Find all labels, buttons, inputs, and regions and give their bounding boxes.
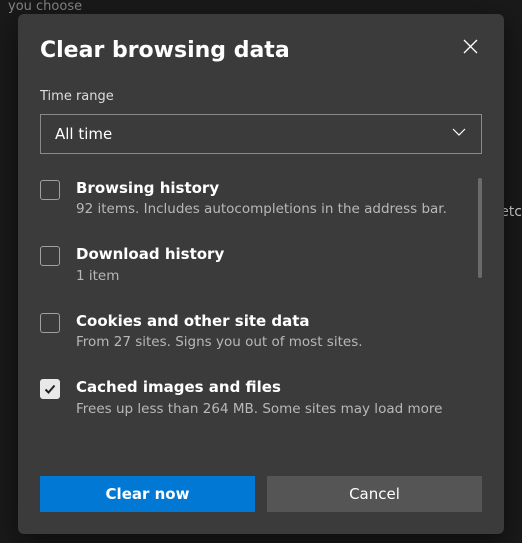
dialog-footer: Clear now Cancel: [40, 476, 482, 512]
item-sub: 92 items. Includes autocompletions in th…: [76, 200, 468, 218]
time-range-label: Time range: [40, 89, 482, 104]
close-button[interactable]: [458, 34, 482, 58]
item-text: Cookies and other site data From 27 site…: [76, 311, 468, 351]
item-title: Cached images and files: [76, 377, 468, 397]
item-download-history[interactable]: Download history 1 item: [40, 244, 468, 284]
dialog-header: Clear browsing data: [40, 38, 482, 63]
item-title: Cookies and other site data: [76, 311, 468, 331]
data-type-list: Browsing history 92 items. Includes auto…: [40, 178, 482, 472]
cancel-button[interactable]: Cancel: [267, 476, 482, 512]
item-cookies[interactable]: Cookies and other site data From 27 site…: [40, 311, 468, 351]
check-icon: [43, 382, 57, 396]
item-text: Cached images and files Frees up less th…: [76, 377, 468, 417]
clear-now-button[interactable]: Clear now: [40, 476, 255, 512]
item-sub: From 27 sites. Signs you out of most sit…: [76, 333, 468, 351]
item-title: Browsing history: [76, 178, 468, 198]
item-text: Browsing history 92 items. Includes auto…: [76, 178, 468, 218]
dialog-title: Clear browsing data: [40, 38, 290, 63]
checkbox-cached-files[interactable]: [40, 379, 60, 399]
checkbox-browsing-history[interactable]: [40, 180, 60, 200]
chevron-down-icon: [451, 124, 467, 144]
item-text: Download history 1 item: [76, 244, 468, 284]
time-range-select[interactable]: All time: [40, 114, 482, 154]
checkbox-download-history[interactable]: [40, 246, 60, 266]
background-text-top: you choose: [0, 0, 90, 13]
time-range-value: All time: [55, 125, 112, 143]
item-browsing-history[interactable]: Browsing history 92 items. Includes auto…: [40, 178, 468, 218]
scrollbar-thumb[interactable]: [478, 178, 482, 278]
item-sub: Frees up less than 264 MB. Some sites ma…: [76, 400, 468, 418]
item-title: Download history: [76, 244, 468, 264]
clear-browsing-data-dialog: Clear browsing data Time range All time …: [18, 14, 504, 534]
close-icon: [463, 39, 478, 54]
item-sub: 1 item: [76, 267, 468, 285]
checkbox-cookies[interactable]: [40, 313, 60, 333]
item-cached-files[interactable]: Cached images and files Frees up less th…: [40, 377, 468, 417]
